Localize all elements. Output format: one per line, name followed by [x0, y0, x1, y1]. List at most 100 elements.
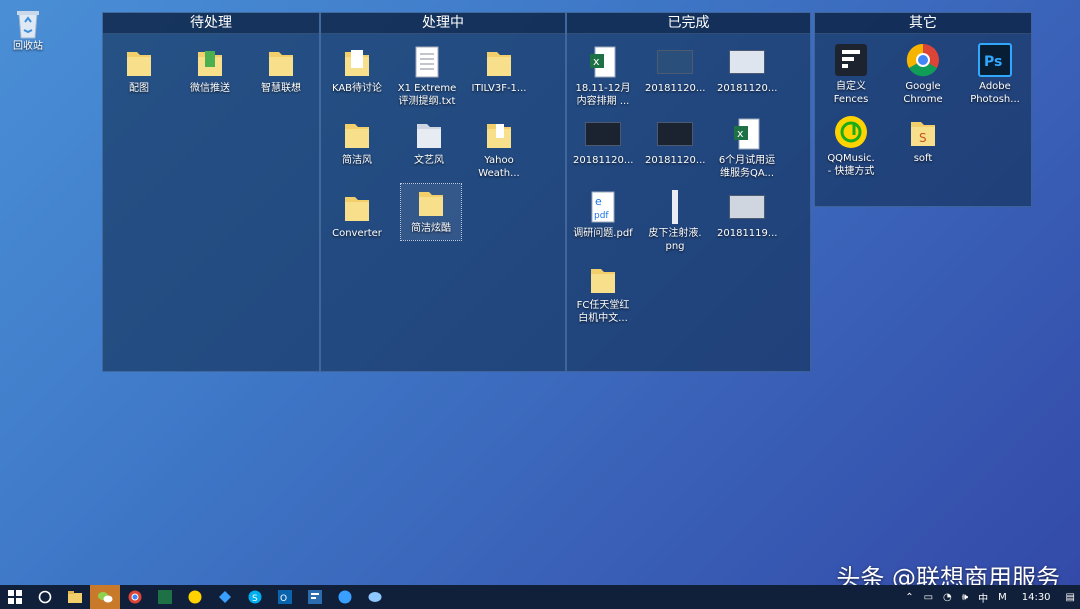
svg-text:x: x: [737, 127, 744, 140]
folder-item[interactable]: ITILV3F-1...: [469, 44, 529, 95]
taskbar-skype[interactable]: S: [240, 585, 270, 609]
fence-other[interactable]: 其它 自定义 Fences Google Chrome Ps Adobe Pho…: [814, 12, 1032, 207]
folder-item[interactable]: 智慧联想: [251, 44, 311, 95]
taskbar-chrome[interactable]: [120, 585, 150, 609]
network-icon[interactable]: ◔: [943, 592, 952, 603]
photoshop-item[interactable]: Ps Adobe Photosh...: [965, 42, 1025, 106]
image-thumbnail-icon: [729, 189, 765, 225]
text-file-item[interactable]: X1 Extreme 评测提纲.txt: [397, 44, 457, 108]
folder-icon: [411, 116, 447, 152]
folder-item[interactable]: S soft: [893, 114, 953, 165]
recycle-bin[interactable]: 回收站: [6, 6, 50, 53]
windows-icon: [8, 590, 22, 604]
folder-icon: [413, 184, 449, 220]
image-thumbnail-icon: [729, 44, 765, 80]
image-file-item[interactable]: 20181120...: [645, 44, 705, 95]
item-label: X1 Extreme 评测提纲.txt: [397, 83, 457, 107]
qqmusic-item[interactable]: QQMusic. - 快捷方式: [821, 114, 881, 178]
fence-completed[interactable]: 已完成 x 18.11-12月 内容排期 ... 20181120... 201…: [566, 12, 811, 372]
taskbar-qqmusic[interactable]: [180, 585, 210, 609]
svg-text:Ps: Ps: [984, 54, 1002, 70]
taskbar-wechat[interactable]: [90, 585, 120, 609]
taskbar-app-2[interactable]: [330, 585, 360, 609]
skype-icon: S: [248, 590, 262, 604]
taskbar-outlook[interactable]: O: [270, 585, 300, 609]
notification-icon[interactable]: ▤: [1066, 592, 1075, 603]
item-label: 微信推送: [190, 83, 230, 94]
taskbar: S O ⌃ ▭ ◔ 🕪 中 M 14:30 ▤: [0, 585, 1080, 609]
item-label: Yahoo Weath...: [478, 155, 520, 179]
item-label: 配图: [129, 83, 149, 94]
taskbar-app[interactable]: [210, 585, 240, 609]
item-label: 20181120...: [573, 155, 634, 166]
image-file-item[interactable]: 20181119...: [717, 189, 777, 240]
app-icon: [338, 590, 352, 604]
fence-title: 处理中: [321, 13, 565, 34]
tray-chevron-icon[interactable]: ⌃: [905, 592, 913, 603]
chrome-item[interactable]: Google Chrome: [893, 42, 953, 106]
cortana-button[interactable]: [30, 585, 60, 609]
qqmusic-icon: [833, 114, 869, 150]
folder-icon: [481, 116, 517, 152]
system-tray: ⌃ ▭ ◔ 🕪 中 M 14:30 ▤: [900, 585, 1080, 609]
folder-item[interactable]: Yahoo Weath...: [469, 116, 529, 180]
image-thumbnail-icon: [657, 116, 693, 152]
item-label: 6个月试用运 维服务QA...: [718, 155, 776, 179]
folder-item[interactable]: 配图: [109, 44, 169, 95]
taskbar-app-3[interactable]: [360, 585, 390, 609]
folder-icon: [339, 189, 375, 225]
svg-text:S: S: [252, 594, 258, 604]
folder-icon: [585, 261, 621, 297]
folder-item-selected[interactable]: 简洁炫酷: [400, 183, 462, 241]
fences-app-item[interactable]: 自定义 Fences: [821, 42, 881, 106]
clock[interactable]: 14:30: [1022, 592, 1051, 603]
item-label: 智慧联想: [261, 83, 301, 94]
excel-file-item[interactable]: x 18.11-12月 内容排期 ...: [573, 44, 633, 108]
cortana-icon: [38, 590, 52, 604]
item-label: 自定义 Fences: [833, 81, 869, 105]
image-thumbnail-icon: [585, 116, 621, 152]
battery-icon[interactable]: ▭: [924, 592, 933, 603]
app-icon: [368, 592, 382, 602]
start-button[interactable]: [0, 585, 30, 609]
excel-file-item[interactable]: x 6个月试用运 维服务QA...: [717, 116, 777, 180]
svg-text:x: x: [593, 55, 600, 68]
image-file-item[interactable]: 20181120...: [573, 116, 633, 167]
taskbar-file-explorer[interactable]: [60, 585, 90, 609]
fence-pending[interactable]: 待处理 配图 微信推送 智慧联想: [102, 12, 320, 372]
image-thumbnail-icon: [657, 189, 693, 225]
recycle-bin-label: 回收站: [13, 41, 43, 52]
image-file-item[interactable]: 20181120...: [717, 44, 777, 95]
pdf-file-item[interactable]: e pdf 调研问题.pdf: [573, 189, 633, 240]
file-explorer-icon: [68, 591, 82, 603]
taskbar-fences[interactable]: [300, 585, 330, 609]
svg-text:pdf: pdf: [594, 211, 609, 221]
folder-item[interactable]: 简洁风: [327, 116, 387, 167]
fences-app-icon: [833, 42, 869, 78]
chrome-icon: [905, 42, 941, 78]
image-file-item[interactable]: 20181120...: [645, 116, 705, 167]
folder-icon: [339, 44, 375, 80]
svg-text:S: S: [919, 131, 927, 145]
folder-item[interactable]: FC任天堂红 白机中文...: [573, 261, 633, 325]
folder-item[interactable]: 微信推送: [180, 44, 240, 95]
folder-icon: [192, 44, 228, 80]
taskbar-excel[interactable]: [150, 585, 180, 609]
item-label: 20181120...: [645, 155, 706, 166]
svg-text:e: e: [595, 195, 602, 208]
item-label: 20181120...: [645, 83, 706, 94]
folder-item[interactable]: KAB待讨论: [327, 44, 387, 95]
excel-icon: x: [729, 116, 765, 152]
item-label: FC任天堂红 白机中文...: [576, 300, 630, 324]
fence-in-progress[interactable]: 处理中 KAB待讨论 X1 Extreme 评测提纲.txt ITILV3F-1…: [320, 12, 566, 372]
ime-indicator[interactable]: 中: [978, 590, 988, 605]
volume-icon[interactable]: 🕪: [962, 592, 968, 603]
ime-mode-indicator[interactable]: M: [998, 592, 1007, 603]
item-label: 调研问题.pdf: [573, 228, 633, 239]
item-label: Adobe Photosh...: [970, 81, 1020, 105]
item-label: 皮下注射液. png: [648, 228, 702, 252]
folder-item[interactable]: Converter: [327, 189, 387, 240]
item-label: 20181120...: [717, 83, 778, 94]
folder-item[interactable]: 文艺风: [399, 116, 459, 167]
image-file-item[interactable]: 皮下注射液. png: [645, 189, 705, 253]
